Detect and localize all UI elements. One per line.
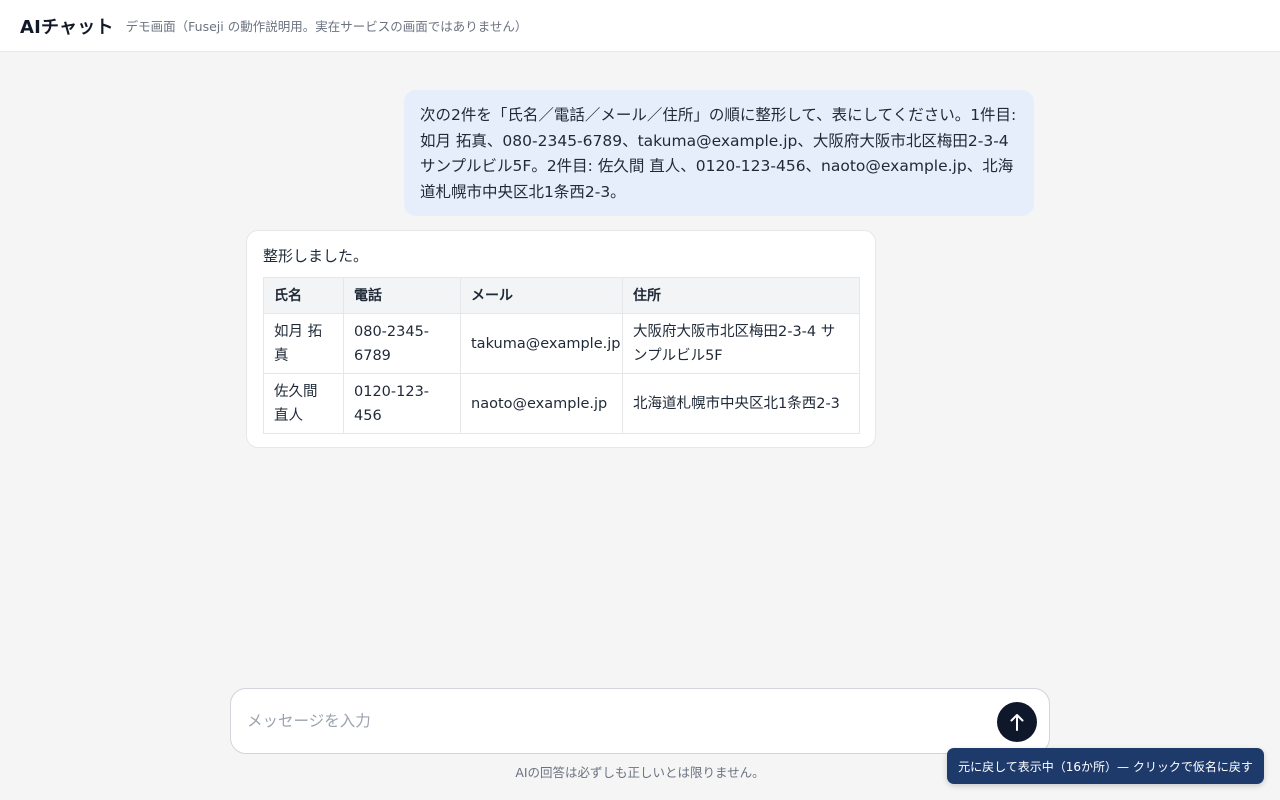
cell-email: takuma@example.jp <box>460 313 623 374</box>
column-header-email: メール <box>460 277 623 314</box>
app-title: AIチャット <box>20 16 114 38</box>
cell-address: 北海道札幌市中央区北1条西2-3 <box>622 373 860 434</box>
table-row: 如月 拓真 080-2345-6789 takuma@example.jp 大阪… <box>263 313 860 374</box>
table-row: 佐久間 直人 0120-123-456 naoto@example.jp 北海道… <box>263 373 860 434</box>
assistant-intro-text: 整形しました。 <box>263 247 369 265</box>
cell-name: 佐久間 直人 <box>263 373 344 434</box>
table-header-row: 氏名 電話 メール 住所 <box>263 277 860 314</box>
column-header-name: 氏名 <box>263 277 344 314</box>
result-table: 氏名 電話 メール 住所 如月 拓真 080-2345-6789 takuma@… <box>263 277 860 434</box>
send-button[interactable] <box>997 702 1037 742</box>
cell-address: 大阪府大阪市北区梅田2-3-4 サンプルビル5F <box>622 313 860 374</box>
assistant-message: 整形しました。 氏名 電話 メール 住所 如月 拓真 080-2345-6789… <box>246 230 876 448</box>
column-header-phone: 電話 <box>343 277 461 314</box>
message-input[interactable] <box>247 701 977 741</box>
message-composer <box>230 688 1050 754</box>
app-header: AIチャット デモ画面（Fuseji の動作説明用。実在サービスの画面ではありま… <box>0 0 1280 52</box>
cell-phone: 0120-123-456 <box>343 373 461 434</box>
cell-name: 如月 拓真 <box>263 313 344 374</box>
cell-phone: 080-2345-6789 <box>343 313 461 374</box>
user-message: 次の2件を「氏名／電話／メール／住所」の順に整形して、表にしてください。1件目:… <box>404 90 1034 216</box>
restore-toast-button[interactable]: 元に戻して表示中（16か所）— クリックで仮名に戻す <box>947 748 1264 784</box>
column-header-address: 住所 <box>622 277 860 314</box>
chat-page: AIチャット デモ画面（Fuseji の動作説明用。実在サービスの画面ではありま… <box>0 0 1280 800</box>
arrow-up-icon <box>1009 712 1025 732</box>
cell-email: naoto@example.jp <box>460 373 623 434</box>
demo-notice: デモ画面（Fuseji の動作説明用。実在サービスの画面ではありません） <box>125 19 528 34</box>
